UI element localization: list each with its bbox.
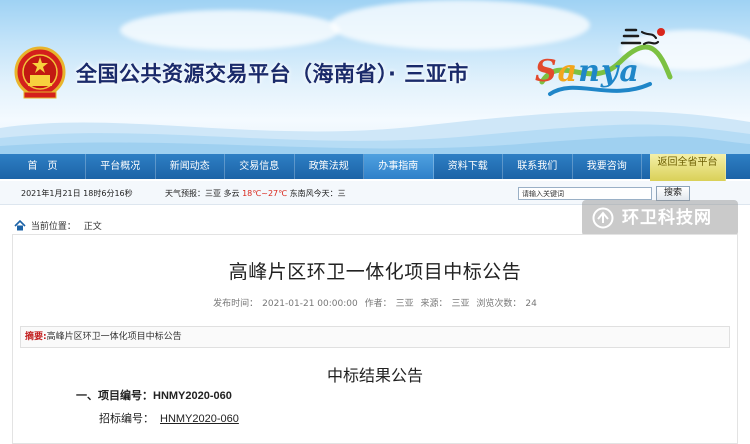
weather-suffix: 东南风今天：三: [289, 189, 346, 198]
main-nav: 首 页 平台概况 新闻动态 交易信息 政策法规 办事指南 资料下载 联系我们 我…: [0, 154, 750, 182]
watermark-text: 环卫科技网: [622, 208, 712, 228]
breadcrumb-label: 当前位置：: [30, 222, 76, 232]
national-emblem-icon: [14, 46, 66, 99]
watermark: 环卫科技网: [582, 200, 738, 236]
project-number: HNMY2020-060: [153, 390, 232, 402]
search-input[interactable]: [518, 187, 652, 200]
author-label: 作者：: [364, 299, 392, 309]
breadcrumb: 当前位置： 正文: [14, 219, 102, 232]
nav-item-trade-info[interactable]: 交易信息: [225, 154, 295, 179]
summary-text: 高峰片区环卫一体化项目中标公告: [46, 332, 182, 342]
nav-item-policies[interactable]: 政策法规: [295, 154, 364, 179]
return-province-button[interactable]: 返回全省平台: [650, 154, 726, 182]
article-meta: 发布时间： 2021-01-21 00:00:00 作者： 三亚 来源： 三亚 浏览次…: [0, 296, 750, 309]
nav-item-contact[interactable]: 联系我们: [503, 154, 573, 179]
nav-item-consult[interactable]: 我要咨询: [573, 154, 642, 179]
temperature: 18℃~27℃: [242, 189, 288, 198]
nav-item-platform-overview[interactable]: 平台概况: [86, 154, 156, 179]
announcement-heading: 中标结果公告: [326, 366, 423, 385]
article-title: 高峰片区环卫一体化项目中标公告: [228, 261, 522, 283]
site-title: 全国公共资源交易平台（海南省）· 三亚市: [76, 62, 469, 86]
breadcrumb-current: 正文: [83, 222, 102, 232]
view-count: 24: [525, 299, 537, 309]
recycle-icon: [592, 207, 614, 229]
header-banner: 全国公共资源交易平台（海南省）· 三亚市 Sanya: [0, 0, 750, 154]
project-number-line: 一、项目编号：HNMY2020-060: [76, 387, 232, 403]
publish-time-label: 发布时间：: [213, 299, 259, 309]
nav-item-news[interactable]: 新闻动态: [156, 154, 225, 179]
project-number-label: 一、项目编号：: [76, 389, 153, 402]
current-datetime: 2021年1月21日 18时6分16秒: [21, 189, 133, 198]
nav-item-downloads[interactable]: 资料下载: [434, 154, 503, 179]
nav-item-service-guide[interactable]: 办事指南: [364, 154, 434, 179]
tender-number: HNMY2020-060: [160, 413, 239, 425]
summary-label: 摘要:: [25, 332, 47, 342]
sanya-logo-text: Sanya: [535, 54, 640, 89]
cloud-decoration: [120, 10, 340, 50]
source: 三亚: [451, 299, 470, 309]
publish-time: 2021-01-21 00:00:00: [262, 299, 358, 309]
weather-prefix: 天气预报：三亚 多云: [165, 189, 240, 198]
weather-forecast: 天气预报：三亚 多云 18℃~27℃ 东南风今天：三: [165, 188, 346, 199]
author: 三亚: [395, 299, 414, 309]
search-button[interactable]: 搜索: [656, 186, 690, 201]
article-summary: 摘要:高峰片区环卫一体化项目中标公告: [20, 326, 730, 348]
home-icon: [14, 220, 26, 231]
nav-item-home[interactable]: 首 页: [0, 154, 86, 179]
source-label: 来源：: [420, 299, 448, 309]
views-label: 浏览次数：: [476, 299, 522, 309]
tender-number-label: 招标编号：: [99, 412, 154, 425]
tender-number-line: 招标编号： HNMY2020-060: [99, 410, 239, 426]
